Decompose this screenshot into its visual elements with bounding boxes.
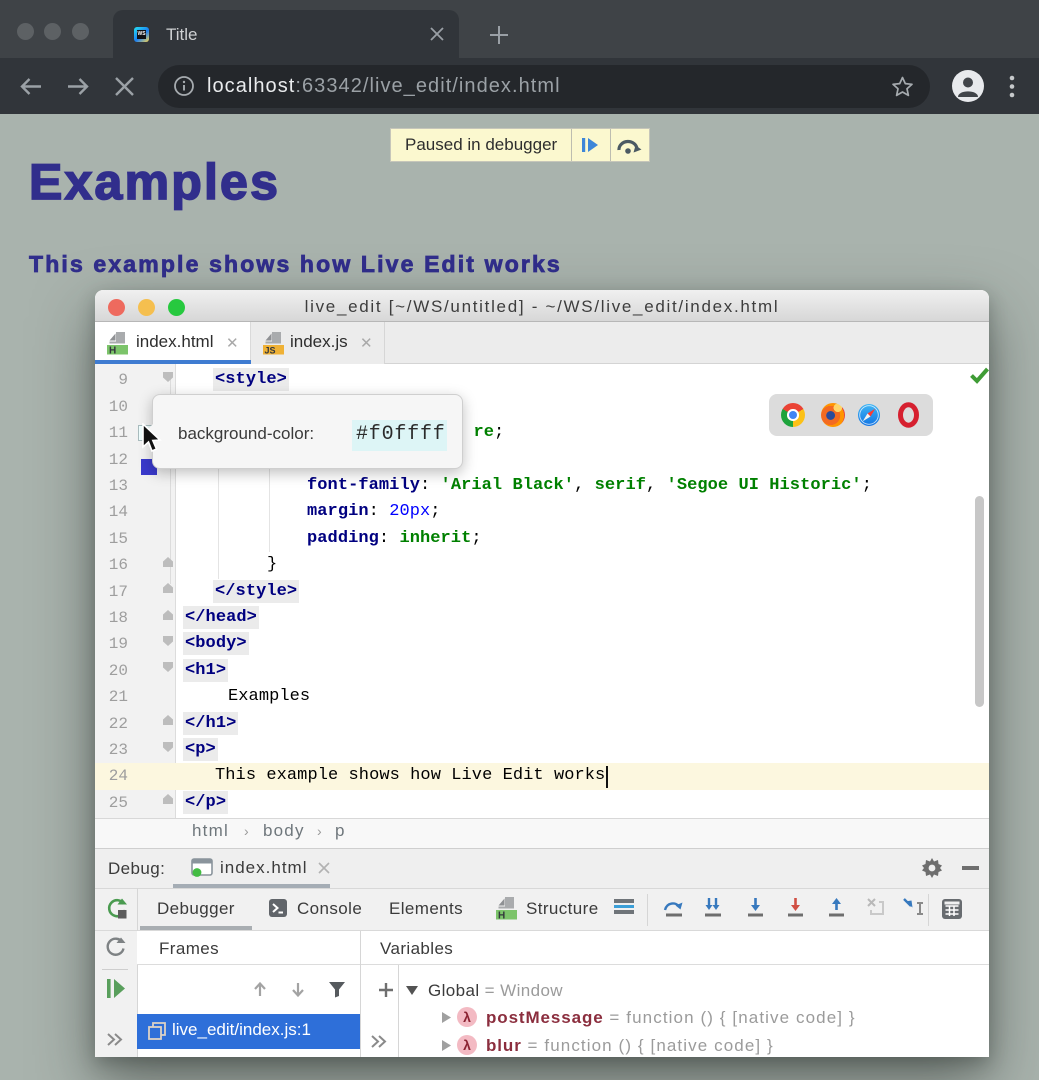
svg-text:H: H <box>498 911 505 921</box>
svg-text:H: H <box>109 346 116 356</box>
svg-text:JS: JS <box>265 346 276 356</box>
